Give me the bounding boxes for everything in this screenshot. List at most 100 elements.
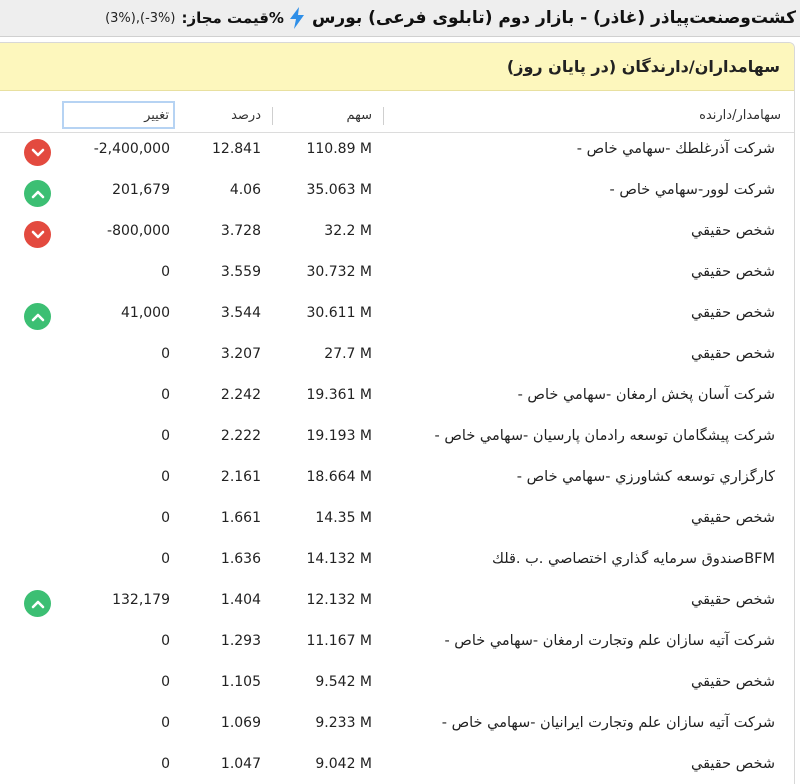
column-header-change[interactable]: تغییر	[62, 101, 175, 129]
holder-name: شخص حقيقي	[691, 346, 775, 362]
column-header-holder[interactable]: سهامدار/دارنده	[699, 108, 781, 123]
share-count: 12.132 M	[306, 592, 372, 608]
table-row[interactable]: شخص حقيقي 32.2 M 3.728 -800,000	[0, 215, 794, 256]
share-count: 35.063 M	[306, 182, 372, 198]
share-percent: 1.661	[220, 510, 261, 526]
table-row[interactable]: شخص حقيقي 30.732 M 3.559 0	[0, 256, 794, 297]
share-count: 27.7 M	[324, 346, 372, 362]
column-divider	[383, 107, 384, 125]
shareholders-panel: سهامداران/دارندگان (در پایان روز) سهامدا…	[0, 42, 795, 784]
share-percent: 1.636	[220, 551, 261, 567]
table-row[interactable]: شركت آتيه سازان علم وتجارت ارمغان -سهامي…	[0, 625, 794, 666]
holder-name: شركت آتيه سازان علم وتجارت ارمغان -سهامي…	[444, 633, 775, 649]
share-count: 30.732 M	[306, 264, 372, 280]
panel-title: سهامداران/دارندگان (در پایان روز)	[506, 57, 780, 76]
shareholders-table-body: شركت آذرغلطك -سهامي خاص - 110.89 M 12.84…	[0, 133, 794, 784]
column-divider	[272, 107, 273, 125]
share-count: 14.35 M	[315, 510, 372, 526]
share-count: 19.193 M	[306, 428, 372, 444]
share-count: 32.2 M	[324, 223, 372, 239]
share-count: 9.542 M	[315, 674, 372, 690]
price-limit-label: %قیمت مجاز:	[181, 9, 284, 27]
table-row[interactable]: شركت آتيه سازان علم وتجارت ايرانيان -سها…	[0, 707, 794, 748]
share-percent: 1.404	[220, 592, 261, 608]
share-percent: 1.105	[220, 674, 261, 690]
share-percent: 3.728	[220, 223, 261, 239]
holder-name: شخص حقيقي	[691, 510, 775, 526]
holder-name: شركت پيشگامان توسعه رادمان پارسيان -سهام…	[434, 428, 775, 444]
holder-name: شركت لوور-سهامي خاص -	[609, 182, 775, 198]
table-row[interactable]: شخص حقيقي 27.7 M 3.207 0	[0, 338, 794, 379]
holder-name: شخص حقيقي	[691, 592, 775, 608]
table-row[interactable]: كارگزاري توسعه كشاورزي -سهامي خاص - 18.6…	[0, 461, 794, 502]
share-percent: 2.222	[220, 428, 261, 444]
table-row[interactable]: شخص حقيقي 14.35 M 1.661 0	[0, 502, 794, 543]
share-change: 0	[161, 715, 170, 731]
price-limit-value: (3%),(-3%)	[105, 10, 176, 26]
column-header-share[interactable]: سهم	[290, 108, 372, 123]
holder-name: شخص حقيقي	[691, 305, 775, 321]
table-row[interactable]: شركت لوور-سهامي خاص - 35.063 M 4.06 201,…	[0, 174, 794, 215]
table-row[interactable]: شخص حقيقي 9.542 M 1.105 0	[0, 666, 794, 707]
share-change: 41,000	[121, 305, 170, 321]
table-row[interactable]: شركت پيشگامان توسعه رادمان پارسيان -سهام…	[0, 420, 794, 461]
share-change: 0	[161, 387, 170, 403]
table-row[interactable]: شخص حقيقي 12.132 M 1.404 132,179	[0, 584, 794, 625]
share-percent: 2.161	[220, 469, 261, 485]
chevron-up-icon	[24, 590, 51, 617]
holder-name: شخص حقيقي	[691, 223, 775, 239]
panel-header: سهامداران/دارندگان (در پایان روز)	[0, 43, 794, 91]
share-change: 0	[161, 551, 170, 567]
share-count: 9.042 M	[315, 756, 372, 772]
share-change: 0	[161, 510, 170, 526]
share-percent: 12.841	[212, 141, 261, 157]
table-row[interactable]: شركت آسان پخش ارمغان -سهامي خاص - 19.361…	[0, 379, 794, 420]
holder-name: شخص حقيقي	[691, 756, 775, 772]
holder-name: كارگزاري توسعه كشاورزي -سهامي خاص -	[516, 469, 775, 485]
holder-name: شركت آذرغلطك -سهامي خاص -	[576, 141, 775, 157]
share-percent: 3.207	[220, 346, 261, 362]
table-header: سهامدار/دارنده سهم درصد تغییر	[0, 99, 794, 133]
share-percent: 3.544	[220, 305, 261, 321]
share-change: 0	[161, 633, 170, 649]
share-change: -2,400,000	[93, 141, 170, 157]
share-percent: 1.293	[220, 633, 261, 649]
holder-name: شخص حقيقي	[691, 674, 775, 690]
lightning-icon	[289, 7, 305, 29]
share-change: 0	[161, 264, 170, 280]
share-percent: 2.242	[220, 387, 261, 403]
holder-name: شخص حقيقي	[691, 264, 775, 280]
chevron-up-icon	[24, 303, 51, 330]
share-count: 30.611 M	[306, 305, 372, 321]
share-count: 11.167 M	[306, 633, 372, 649]
top-bar: کشت‌وصنعت‌پیاذر (غاذر) - بازار دوم (تابل…	[0, 0, 800, 37]
holder-name: BFMصندوق سرمايه گذاري اختصاصي .ب .قلك	[491, 551, 775, 567]
share-percent: 4.06	[229, 182, 261, 198]
share-change: 0	[161, 756, 170, 772]
table-row[interactable]: شخص حقيقي 9.042 M 1.047 0	[0, 748, 794, 784]
share-count: 110.89 M	[306, 141, 372, 157]
share-change: 132,179	[112, 592, 170, 608]
share-percent: 1.069	[220, 715, 261, 731]
share-change: 0	[161, 469, 170, 485]
table-row[interactable]: شركت آذرغلطك -سهامي خاص - 110.89 M 12.84…	[0, 133, 794, 174]
share-percent: 1.047	[220, 756, 261, 772]
chevron-down-icon	[24, 221, 51, 248]
share-change: 201,679	[112, 182, 170, 198]
share-count: 9.233 M	[315, 715, 372, 731]
holder-name: شركت آتيه سازان علم وتجارت ايرانيان -سها…	[441, 715, 775, 731]
chevron-down-icon	[24, 139, 51, 166]
holder-name: شركت آسان پخش ارمغان -سهامي خاص -	[517, 387, 775, 403]
table-row[interactable]: BFMصندوق سرمايه گذاري اختصاصي .ب .قلك 14…	[0, 543, 794, 584]
share-change: 0	[161, 674, 170, 690]
share-count: 18.664 M	[306, 469, 372, 485]
share-change: -800,000	[107, 223, 170, 239]
share-change: 0	[161, 428, 170, 444]
share-count: 19.361 M	[306, 387, 372, 403]
table-row[interactable]: شخص حقيقي 30.611 M 3.544 41,000	[0, 297, 794, 338]
stock-title: کشت‌وصنعت‌پیاذر (غاذر) - بازار دوم (تابل…	[311, 8, 796, 28]
share-change: 0	[161, 346, 170, 362]
chevron-up-icon	[24, 180, 51, 207]
share-count: 14.132 M	[306, 551, 372, 567]
column-header-percent[interactable]: درصد	[190, 108, 261, 123]
